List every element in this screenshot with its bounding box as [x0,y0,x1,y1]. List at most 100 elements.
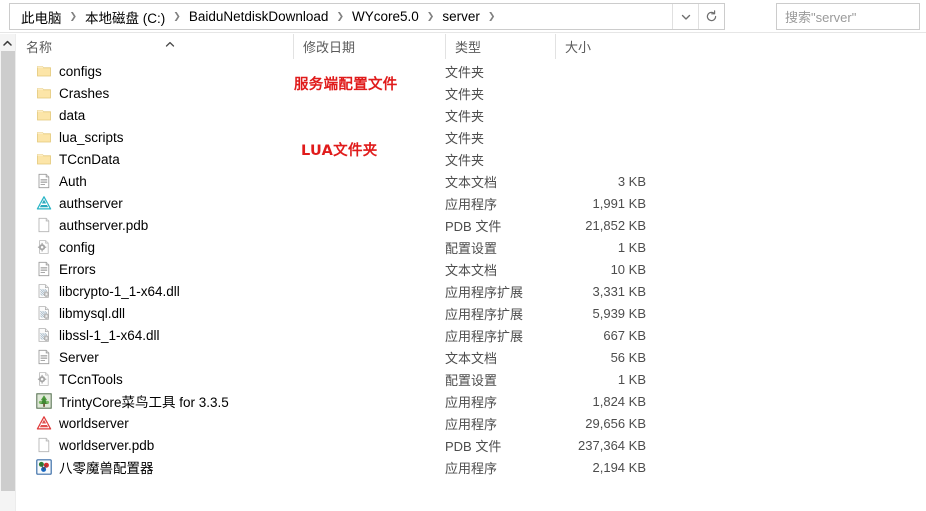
file-type-cell: 应用程序扩展 [445,284,524,300]
file-date-cell [293,434,439,456]
breadcrumb-item[interactable]: WYcore5.0 [350,8,421,25]
file-name-cell[interactable]: data [36,104,291,126]
file-name-cell[interactable]: lua_scripts [36,126,291,148]
text-document-icon [36,349,52,365]
file-row[interactable]: authserver 应用程序 1,991 KB [17,192,926,214]
dll-icon [36,327,52,343]
file-size-cell: 3 KB [617,173,646,189]
file-row[interactable]: TrintyCore菜鸟工具 for 3.3.5 应用程序 1,824 KB [17,390,926,412]
file-size-cell [555,60,646,82]
file-row[interactable]: lua_scripts 文件夹 [17,126,926,148]
file-date-cell [293,368,439,390]
file-row[interactable]: libcrypto-1_1-x64.dll 应用程序扩展 3,331 KB [17,280,926,302]
file-name-cell[interactable]: Errors [36,258,291,280]
breadcrumb[interactable]: 此电脑 ❯ 本地磁盘 (C:) ❯ BaiduNetdiskDownload ❯ WYcor… [10,6,672,28]
file-name-cell[interactable]: Crashes [36,82,291,104]
scrollbar-thumb[interactable] [1,51,15,491]
file-size-cell: 10 KB [610,261,646,277]
file-row[interactable]: worldserver 应用程序 29,656 KB [17,412,926,434]
file-size-cell: 3,331 KB [592,283,647,299]
breadcrumb-item[interactable]: 此电脑 [19,6,64,28]
file-name-cell[interactable]: authserver.pdb [36,214,291,236]
file-size-cell [555,126,646,148]
breadcrumb-item[interactable]: 本地磁盘 (C:) [83,6,167,28]
green-tree-app-icon [36,393,52,409]
scroll-up-button[interactable] [0,34,15,51]
file-name-cell[interactable]: TCcnData [36,148,291,170]
file-type-cell: 文本文档 [445,262,498,278]
breadcrumb-separator: ❯ [426,11,435,21]
file-row[interactable]: TCcnTools 配置设置 1 KB [17,368,926,390]
address-path-box[interactable]: 此电脑 ❯ 本地磁盘 (C:) ❯ BaiduNetdiskDownload ❯ WYcor… [9,3,725,30]
file-name-cell[interactable]: Server [36,346,291,368]
column-header-size[interactable]: 大小 [555,34,655,59]
file-row[interactable]: config 配置设置 1 KB [17,236,926,258]
file-date-cell [293,302,439,324]
file-row[interactable]: Server 文本文档 56 KB [17,346,926,368]
file-row[interactable]: TCcnData 文件夹 [17,148,926,170]
file-name-label: libssl-1_1-x64.dll [59,327,160,343]
file-row[interactable]: 八零魔兽配置器 应用程序 2,194 KB [17,456,926,478]
file-name-label: worldserver [59,415,129,431]
file-type-cell: 文件夹 [445,64,485,80]
column-header-row: 名称 修改日期 类型 大小 [17,34,926,59]
file-row[interactable]: configs 文件夹 [17,60,926,82]
dll-icon [36,283,52,299]
file-name-cell[interactable]: TrintyCore菜鸟工具 for 3.3.5 [36,390,291,412]
file-name-label: Crashes [59,85,110,101]
file-name-label: 八零魔兽配置器 [59,461,154,476]
file-size-cell: 1 KB [617,371,646,387]
file-type-cell: 文件夹 [445,108,485,124]
file-type-cell: 应用程序 [445,196,498,212]
file-row[interactable]: libssl-1_1-x64.dll 应用程序扩展 667 KB [17,324,926,346]
file-size-cell: 29,656 KB [585,415,646,431]
file-size-cell [555,82,646,104]
refresh-icon [705,10,718,23]
search-input[interactable]: 搜索"server" [776,3,920,30]
refresh-button[interactable] [698,4,724,29]
file-row[interactable]: Errors 文本文档 10 KB [17,258,926,280]
file-name-cell[interactable]: worldserver.pdb [36,434,291,456]
file-date-cell [293,170,439,192]
file-name-cell[interactable]: TCcnTools [36,368,291,390]
file-row[interactable]: authserver.pdb PDB 文件 21,852 KB [17,214,926,236]
file-name-cell[interactable]: worldserver [36,412,291,434]
file-name-label: authserver.pdb [59,217,149,233]
file-name-cell[interactable]: 八零魔兽配置器 [36,456,291,478]
file-name-cell[interactable]: authserver [36,192,291,214]
breadcrumb-item[interactable]: BaiduNetdiskDownload [187,8,331,25]
file-row[interactable]: Crashes 文件夹 [17,82,926,104]
file-name-cell[interactable]: libssl-1_1-x64.dll [36,324,291,346]
address-history-dropdown-button[interactable] [672,4,698,29]
folder-icon [36,63,52,79]
column-header-type[interactable]: 类型 [445,34,555,59]
vertical-scrollbar[interactable] [0,34,16,511]
file-row[interactable]: worldserver.pdb PDB 文件 237,364 KB [17,434,926,456]
file-type-cell: 配置设置 [445,372,498,388]
annotation-lua-folder: LUA文件夹 [301,143,378,159]
column-header-date-modified[interactable]: 修改日期 [293,34,445,59]
text-document-icon [36,261,52,277]
file-name-cell[interactable]: configs [36,60,291,82]
file-name-label: Server [59,349,99,365]
file-name-cell[interactable]: libmysql.dll [36,302,291,324]
file-row[interactable]: libmysql.dll 应用程序扩展 5,939 KB [17,302,926,324]
search-placeholder: 搜索"server" [785,10,857,25]
file-name-cell[interactable]: Auth [36,170,291,192]
file-size-cell: 56 KB [610,349,646,365]
file-row[interactable]: Auth 文本文档 3 KB [17,170,926,192]
file-list[interactable]: configs 文件夹 Crashes 文件夹 data 文件夹 lua_scripts 文件… [17,60,926,480]
file-type-cell: 应用程序扩展 [445,306,524,322]
sort-ascending-icon [162,38,178,47]
annotation-server-config: 服务端配置文件 [294,77,398,93]
file-name-label: authserver [59,195,123,211]
column-header-name[interactable]: 名称 [17,34,293,59]
file-type-cell: 应用程序 [445,416,498,432]
breadcrumb-separator: ❯ [173,11,181,21]
file-row[interactable]: data 文件夹 [17,104,926,126]
breadcrumb-item[interactable]: server [440,8,482,25]
file-name-cell[interactable]: config [36,236,291,258]
file-name-cell[interactable]: libcrypto-1_1-x64.dll [36,280,291,302]
breadcrumb-separator: ❯ [336,11,344,21]
blank-page-icon [36,217,52,233]
